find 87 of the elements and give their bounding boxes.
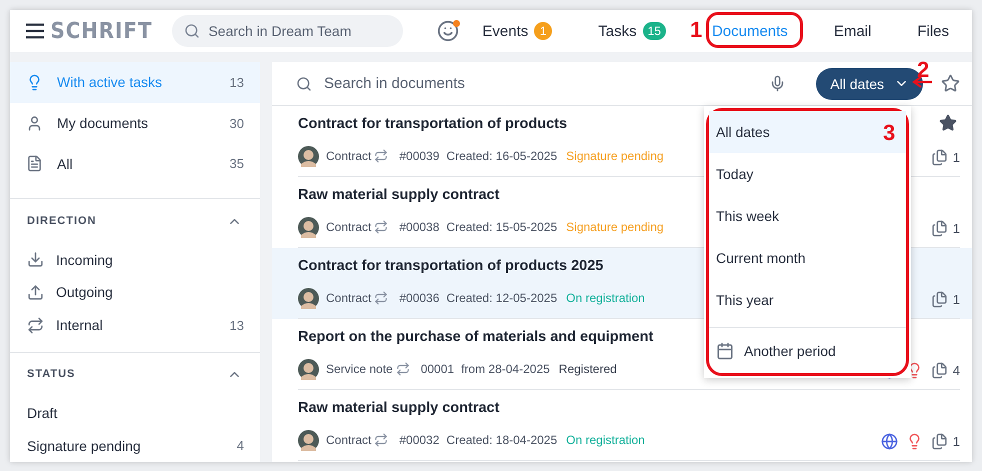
file-count: 1 bbox=[952, 434, 960, 449]
menu-option[interactable]: This year bbox=[709, 279, 906, 321]
search-icon bbox=[296, 76, 312, 92]
sidebar-item[interactable]: My documents 30 bbox=[10, 102, 260, 144]
document-number: #00038 bbox=[399, 220, 440, 234]
document-status: On registration bbox=[566, 433, 645, 447]
menu-icon[interactable] bbox=[26, 22, 44, 40]
avatar bbox=[298, 288, 319, 308]
file-count: 4 bbox=[952, 363, 960, 378]
menu-option[interactable]: This week bbox=[709, 195, 906, 237]
avatar bbox=[298, 430, 319, 450]
file-count: 1 bbox=[952, 150, 960, 165]
nav-tab[interactable]: Tasks 15 bbox=[588, 16, 676, 46]
annotation-number: 1 bbox=[690, 17, 702, 43]
avatar bbox=[298, 146, 319, 166]
files-icon bbox=[930, 362, 948, 379]
document-type: Contract bbox=[326, 149, 372, 163]
document-type: Contract bbox=[326, 291, 372, 305]
document-status: On registration bbox=[566, 291, 645, 305]
document-type: Service note bbox=[326, 362, 393, 376]
document-title: Raw material supply contract bbox=[298, 400, 500, 416]
document-date: Created: 15-05-2025 bbox=[446, 220, 558, 234]
files-icon bbox=[930, 291, 948, 308]
avatar bbox=[298, 358, 319, 380]
search-field[interactable]: Search in Dream Team bbox=[172, 15, 404, 47]
document-number: #00039 bbox=[399, 149, 440, 163]
nav-tab[interactable]: Email bbox=[824, 16, 882, 46]
document-title: Contract for transportation of products 2025 bbox=[298, 258, 604, 274]
download-icon bbox=[27, 251, 44, 268]
search-icon bbox=[184, 23, 200, 39]
file-count: 1 bbox=[952, 221, 960, 236]
sidebar-item[interactable]: Outgoing bbox=[10, 276, 260, 309]
document-date: Created: 12-05-2025 bbox=[446, 291, 558, 305]
document-title: Report on the purchase of materials and equipment bbox=[298, 328, 654, 344]
sidebar-item[interactable]: Internal 13 bbox=[10, 308, 260, 342]
menu-option[interactable]: Another period bbox=[709, 327, 906, 373]
nav-tab[interactable]: Events 1 bbox=[472, 16, 562, 46]
files-icon bbox=[930, 149, 948, 166]
file-count: 1 bbox=[952, 292, 960, 307]
count-badge: 1 bbox=[534, 22, 552, 40]
sidebar-item[interactable]: Signature pending 4 bbox=[10, 429, 260, 462]
swap-icon bbox=[374, 220, 388, 234]
item-count: 35 bbox=[230, 156, 244, 172]
calendar-icon bbox=[716, 342, 734, 360]
notifications-icon[interactable] bbox=[437, 20, 460, 42]
item-count: 30 bbox=[230, 116, 244, 131]
document-type: Contract bbox=[326, 220, 372, 234]
swap-icon bbox=[374, 149, 388, 163]
avatar bbox=[298, 216, 319, 238]
swap-icon bbox=[374, 433, 388, 447]
sidebar-item[interactable]: Draft bbox=[10, 396, 260, 430]
document-number: #00032 bbox=[399, 433, 440, 447]
sidebar-item[interactable]: With active tasks 13 bbox=[10, 62, 260, 103]
document-status: Signature pending bbox=[566, 149, 664, 163]
nav-tab[interactable]: Files bbox=[907, 16, 959, 46]
document-date: Created: 18-04-2025 bbox=[446, 433, 558, 447]
item-count: 13 bbox=[230, 74, 244, 90]
document-number: #00036 bbox=[399, 291, 440, 305]
user-icon bbox=[26, 114, 43, 132]
section-title: DIRECTION bbox=[27, 215, 96, 228]
swap-icon bbox=[27, 316, 44, 334]
files-icon bbox=[930, 433, 948, 450]
section-title: STATUS bbox=[27, 368, 76, 380]
document-title: Raw material supply contract bbox=[298, 186, 500, 202]
swap-icon bbox=[374, 291, 388, 305]
search-field[interactable]: Search in documents bbox=[322, 74, 760, 93]
document-status: Registered bbox=[558, 362, 617, 376]
document-icon bbox=[26, 155, 43, 172]
files-icon bbox=[930, 220, 948, 237]
pointer-arrow bbox=[912, 76, 932, 88]
star-icon[interactable] bbox=[941, 74, 960, 93]
document-title: Contract for transportation of products bbox=[298, 116, 568, 132]
star-icon[interactable] bbox=[939, 114, 957, 132]
document-date: Created: 16-05-2025 bbox=[446, 149, 558, 163]
sidebar-item[interactable]: Incoming bbox=[10, 243, 260, 276]
sidebar-item[interactable]: All 35 bbox=[10, 144, 260, 184]
document-date: from 28-04-2025 bbox=[461, 362, 550, 376]
item-count: 4 bbox=[236, 438, 244, 454]
item-count: 13 bbox=[230, 318, 244, 333]
logo: SCHRIFT bbox=[50, 18, 152, 44]
document-status: Signature pending bbox=[566, 220, 664, 234]
annotation-number: 3 bbox=[883, 120, 896, 146]
document-type: Contract bbox=[326, 433, 372, 447]
swap-icon bbox=[396, 362, 410, 376]
count-badge: 15 bbox=[642, 22, 666, 40]
upload-icon bbox=[27, 284, 44, 301]
document-number: 00001 bbox=[420, 362, 454, 376]
